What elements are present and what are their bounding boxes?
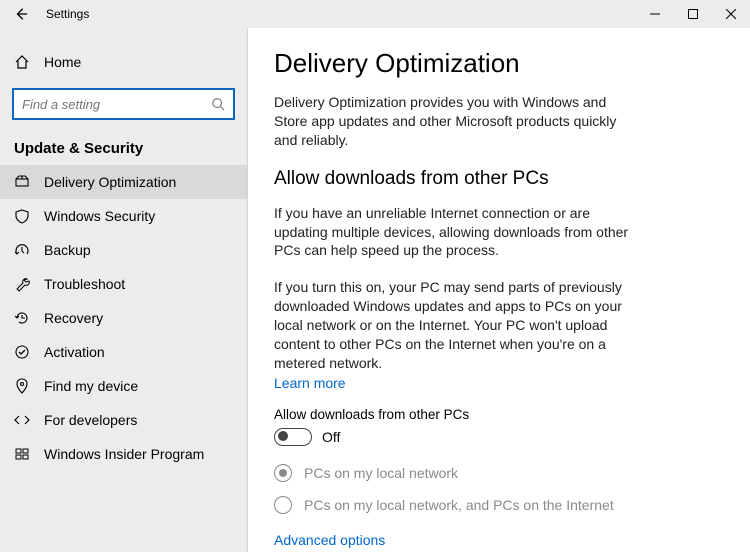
- learn-more-link[interactable]: Learn more: [274, 375, 346, 391]
- content-row: Home Update & Security Delivery Optimiza…: [0, 28, 750, 552]
- sidebar-item-backup[interactable]: Backup: [0, 233, 247, 267]
- backup-icon: [14, 242, 30, 258]
- check-icon: [14, 344, 30, 360]
- sidebar: Home Update & Security Delivery Optimiza…: [0, 28, 248, 552]
- history-icon: [14, 310, 30, 326]
- minimize-button[interactable]: [636, 0, 674, 28]
- advanced-options-link[interactable]: Advanced options: [274, 532, 724, 548]
- sidebar-item-label: For developers: [44, 412, 137, 428]
- home-icon: [14, 54, 30, 70]
- home-nav[interactable]: Home: [0, 46, 247, 78]
- sidebar-item-activation[interactable]: Activation: [0, 335, 247, 369]
- settings-window: Settings Home: [0, 0, 750, 552]
- radio-icon: [274, 496, 292, 514]
- radio-option-internet[interactable]: PCs on my local network, and PCs on the …: [274, 496, 724, 514]
- minimize-icon: [650, 9, 660, 19]
- window-title: Settings: [46, 7, 89, 21]
- sidebar-item-find-my-device[interactable]: Find my device: [0, 369, 247, 403]
- search-box[interactable]: [12, 88, 235, 120]
- radio-icon: [274, 464, 292, 482]
- sidebar-group-header: Update & Security: [0, 128, 247, 165]
- sidebar-item-troubleshoot[interactable]: Troubleshoot: [0, 267, 247, 301]
- toggle-label: Allow downloads from other PCs: [274, 407, 724, 422]
- close-button[interactable]: [712, 0, 750, 28]
- sidebar-item-label: Find my device: [44, 378, 138, 394]
- main-panel: Delivery Optimization Delivery Optimizat…: [248, 28, 750, 552]
- toggle-row: Off: [274, 428, 724, 446]
- arrow-left-icon: [14, 7, 28, 21]
- maximize-icon: [688, 9, 698, 19]
- titlebar: Settings: [0, 0, 750, 28]
- sidebar-item-label: Troubleshoot: [44, 276, 125, 292]
- radio-label: PCs on my local network, and PCs on the …: [304, 497, 614, 513]
- insider-icon: [14, 446, 30, 462]
- sidebar-item-label: Windows Security: [44, 208, 155, 224]
- code-icon: [14, 412, 30, 428]
- sidebar-item-windows-security[interactable]: Windows Security: [0, 199, 247, 233]
- sidebar-item-label: Windows Insider Program: [44, 446, 204, 462]
- radio-option-local[interactable]: PCs on my local network: [274, 464, 724, 482]
- radio-label: PCs on my local network: [304, 465, 458, 481]
- paragraph-1: If you have an unreliable Internet conne…: [274, 204, 634, 261]
- wrench-icon: [14, 276, 30, 292]
- sidebar-item-label: Delivery Optimization: [44, 174, 176, 190]
- window-controls: [636, 0, 750, 28]
- section-heading: Allow downloads from other PCs: [274, 168, 724, 190]
- nav-list: Delivery Optimization Windows Security B…: [0, 165, 247, 471]
- shield-icon: [14, 208, 30, 224]
- sidebar-item-label: Recovery: [44, 310, 103, 326]
- search-input[interactable]: [22, 97, 211, 112]
- delivery-icon: [14, 174, 30, 190]
- paragraph-2: If you turn this on, your PC may send pa…: [274, 278, 634, 372]
- sidebar-item-for-developers[interactable]: For developers: [0, 403, 247, 437]
- allow-downloads-toggle[interactable]: [274, 428, 312, 446]
- search-container: [0, 78, 247, 128]
- maximize-button[interactable]: [674, 0, 712, 28]
- page-title: Delivery Optimization: [274, 48, 724, 79]
- search-icon: [211, 97, 225, 111]
- sidebar-item-delivery-optimization[interactable]: Delivery Optimization: [0, 165, 247, 199]
- sidebar-item-label: Activation: [44, 344, 105, 360]
- toggle-knob: [278, 431, 288, 441]
- sidebar-item-windows-insider[interactable]: Windows Insider Program: [0, 437, 247, 471]
- close-icon: [726, 9, 736, 19]
- location-icon: [14, 378, 30, 394]
- back-button[interactable]: [14, 7, 28, 21]
- home-label: Home: [44, 54, 81, 70]
- toggle-state-text: Off: [322, 429, 340, 445]
- intro-text: Delivery Optimization provides you with …: [274, 93, 634, 150]
- sidebar-item-label: Backup: [44, 242, 91, 258]
- sidebar-item-recovery[interactable]: Recovery: [0, 301, 247, 335]
- titlebar-left: Settings: [0, 7, 89, 21]
